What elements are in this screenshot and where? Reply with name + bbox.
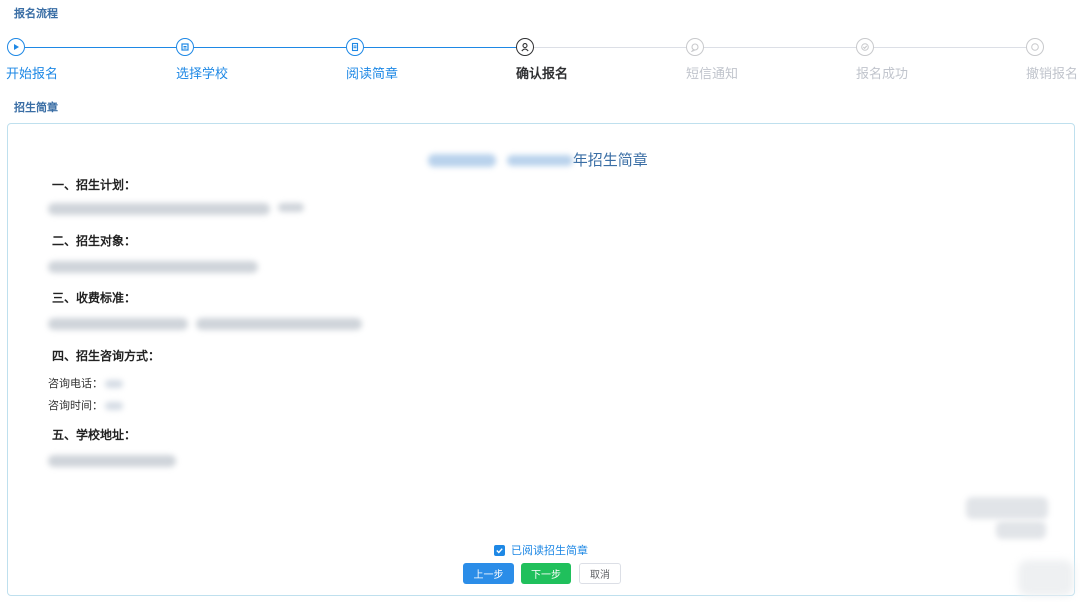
- message-icon: [686, 38, 704, 56]
- next-step-button[interactable]: 下一步: [521, 563, 571, 584]
- redacted-text: [48, 261, 258, 273]
- prev-step-button[interactable]: 上一步: [463, 563, 514, 584]
- step-connector: [534, 47, 686, 48]
- step-label: 确认报名: [516, 67, 569, 82]
- section-heading-address: 五、学校地址：: [52, 428, 137, 442]
- flow-section-title: 报名流程: [14, 7, 58, 20]
- contact-time-label: 咨询时间：: [48, 399, 103, 412]
- step-label: 短信通知: [686, 67, 739, 82]
- redacted-text: [278, 203, 304, 212]
- brochure-section-title: 招生简章: [14, 101, 58, 114]
- step-label: 撤销报名: [1026, 67, 1079, 82]
- step-label: 阅读简章: [346, 67, 399, 82]
- play-icon: [7, 38, 25, 56]
- contact-phone-label: 咨询电话：: [48, 377, 103, 390]
- section-heading-target: 二、招生对象：: [52, 234, 137, 248]
- cancel-button[interactable]: 取消: [579, 563, 621, 584]
- contact-time: 咨询时间：: [48, 397, 123, 413]
- user-icon: [516, 38, 534, 56]
- step-connector: [704, 47, 856, 48]
- step-label: 报名成功: [856, 67, 909, 82]
- redacted-time: [105, 402, 123, 410]
- step-connector: [874, 47, 1026, 48]
- step-label: 选择学校: [176, 67, 229, 82]
- redacted-phone: [105, 380, 123, 388]
- step-connector: [25, 47, 176, 48]
- redacted-year: [506, 155, 573, 166]
- document-title-text: 年招生简章: [572, 151, 648, 169]
- redacted-corner: [1018, 560, 1074, 596]
- checkbox-checked-icon[interactable]: [494, 544, 505, 556]
- step-label: 开始报名: [6, 67, 59, 82]
- agreement-label: 已阅读招生简章: [511, 544, 588, 557]
- contact-phone: 咨询电话：: [48, 375, 123, 391]
- brochure-card: 年招生简章 一、招生计划： 二、招生对象： 三、收费标准： 四、招生咨询方式： …: [7, 123, 1075, 596]
- cancel-icon: [1026, 38, 1044, 56]
- document-icon: [346, 38, 364, 56]
- redacted-text: [196, 318, 362, 330]
- step-connector: [364, 47, 516, 48]
- step-connector: [194, 47, 346, 48]
- check-icon: [856, 38, 874, 56]
- redacted-text: [48, 203, 270, 215]
- redacted-text: [48, 455, 176, 467]
- redacted-text: [48, 318, 188, 330]
- registration-stepper: 开始报名 选择学校 阅读简章 确认报名 短信通知 报名成功 撤销报名: [0, 38, 1080, 84]
- section-heading-plan: 一、招生计划：: [52, 178, 137, 192]
- redacted-school-name: [428, 154, 496, 167]
- redacted-signature: [966, 497, 1048, 541]
- agreement-checkbox[interactable]: 已阅读招生简章: [494, 542, 588, 558]
- section-heading-fees: 三、收费标准：: [52, 291, 137, 305]
- document-title: 年招生简章: [428, 149, 648, 170]
- school-icon: [176, 38, 194, 56]
- section-heading-contact: 四、招生咨询方式：: [52, 349, 161, 363]
